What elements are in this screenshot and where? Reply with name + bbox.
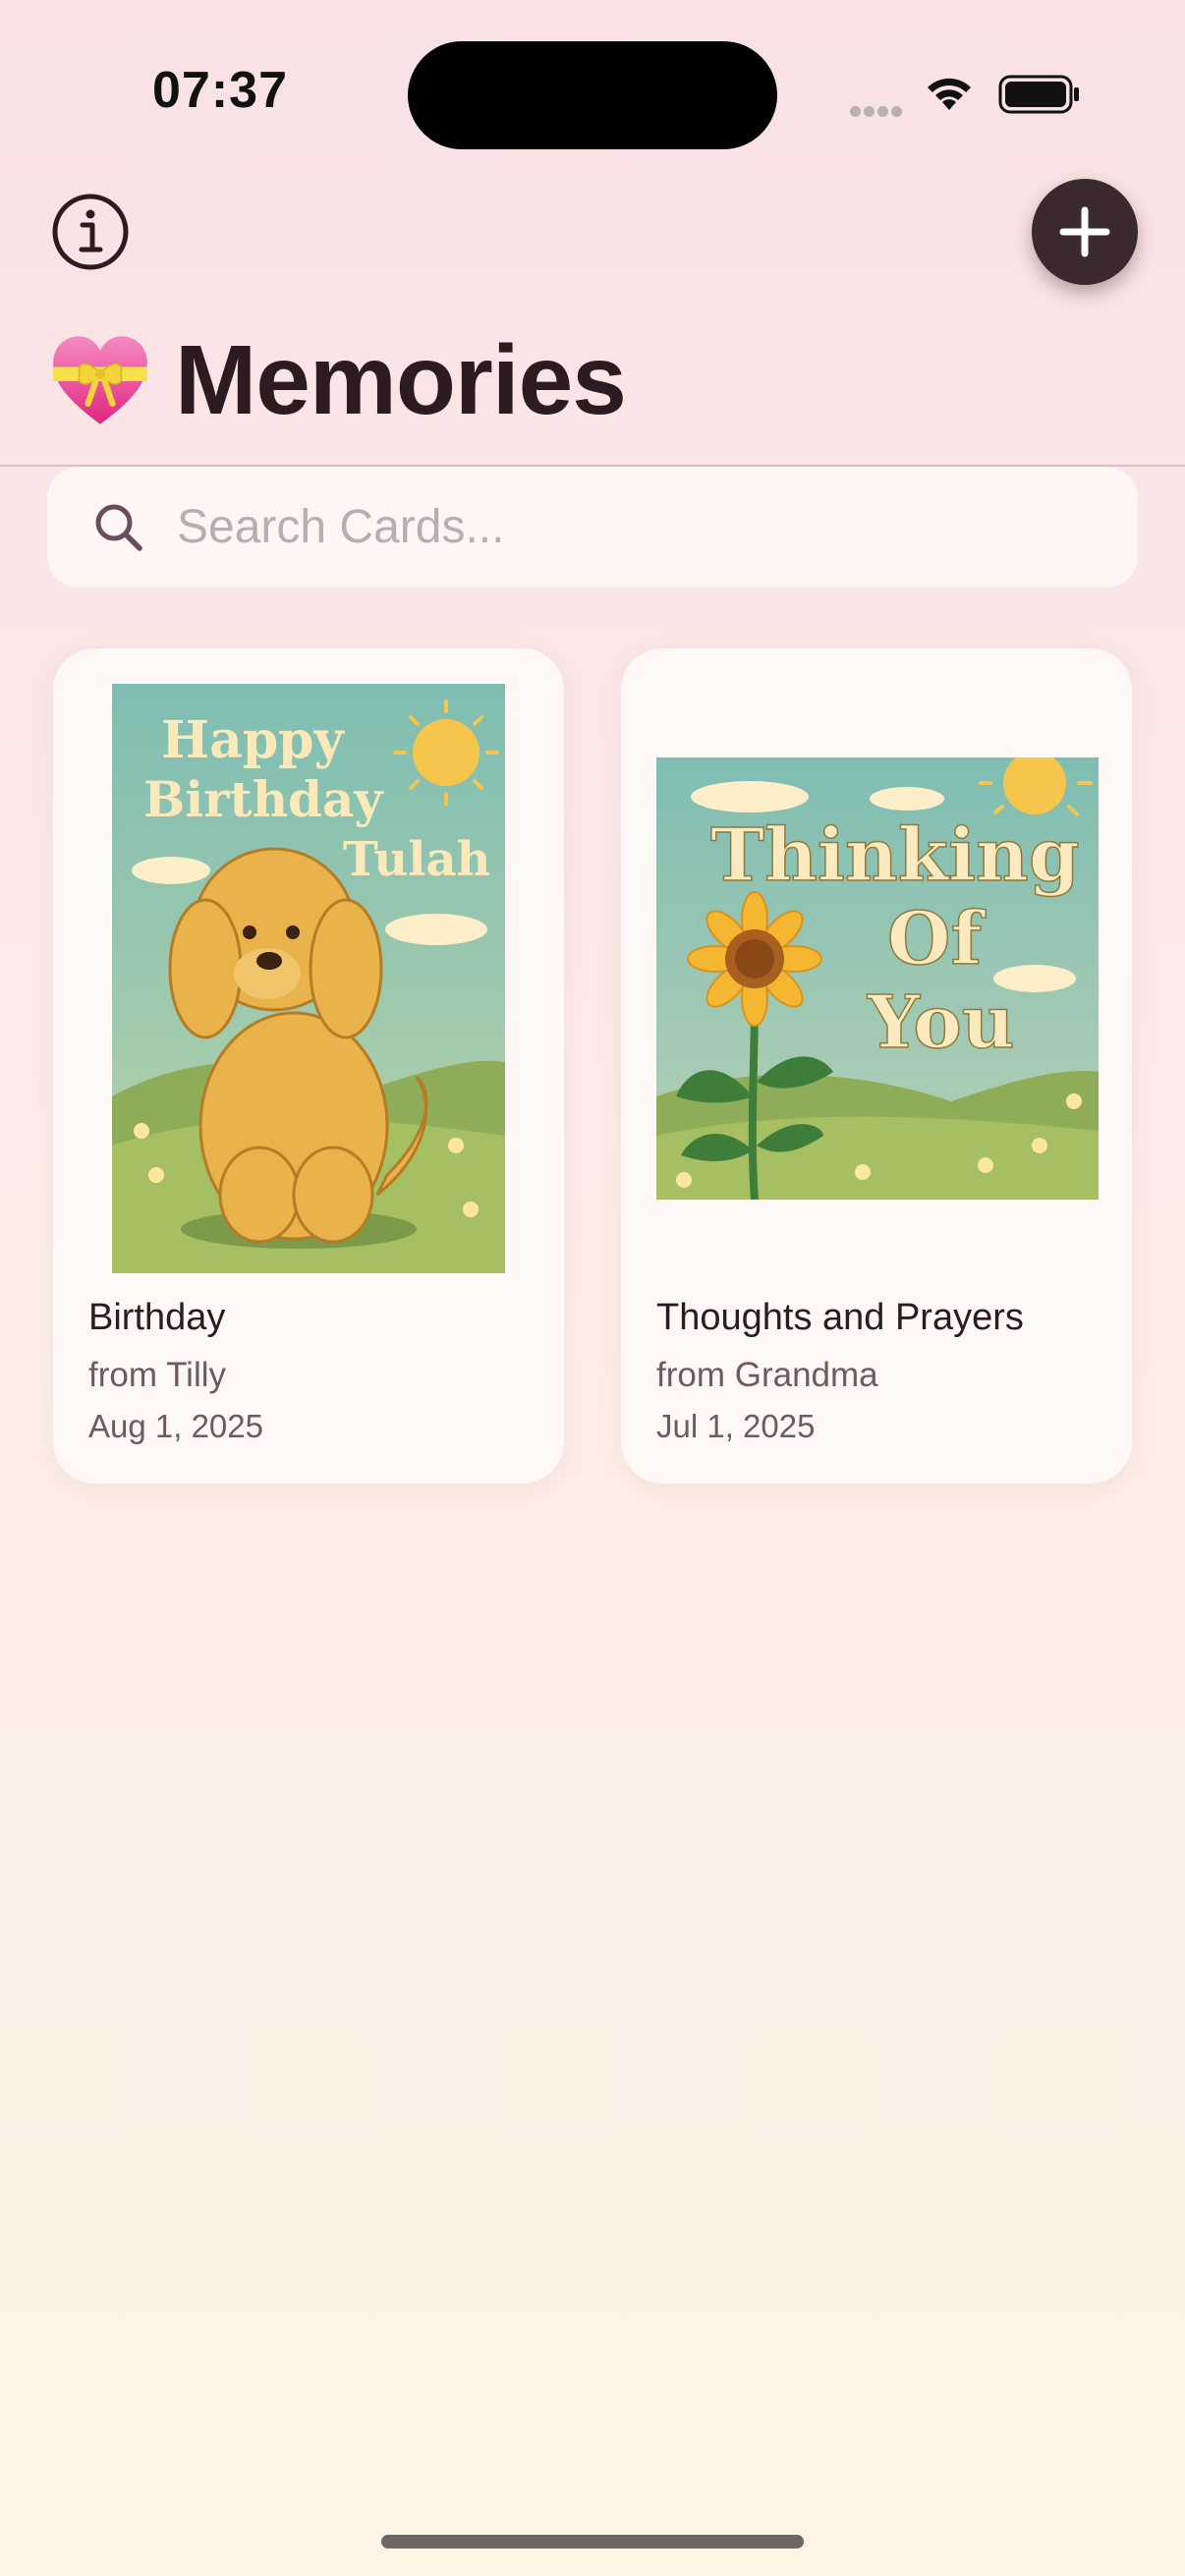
card-image-text: Birthday xyxy=(143,770,384,828)
page-title: Memories xyxy=(175,325,627,435)
search-icon xyxy=(95,504,142,551)
card-image-text: Thinking xyxy=(710,813,1080,898)
card-title: Thoughts and Prayers xyxy=(656,1297,1024,1338)
title-row: Memories xyxy=(49,324,627,437)
battery-icon xyxy=(998,75,1079,114)
card-thumbnail: Thinking Of You xyxy=(656,757,1099,1200)
heart-with-ribbon-icon xyxy=(53,335,147,424)
home-indicator[interactable] xyxy=(381,2535,804,2548)
info-icon[interactable] xyxy=(51,193,130,271)
card-date: Aug 1, 2025 xyxy=(88,1408,263,1444)
card-title: Birthday xyxy=(88,1297,226,1338)
card-sender: from Tilly xyxy=(88,1356,226,1394)
search-bar[interactable] xyxy=(47,467,1138,588)
card-item[interactable]: Thinking Of You Thoughts and Prayers fro… xyxy=(621,648,1132,1484)
card-item[interactable]: Happy Birthday Tulah Birthday from Tilly… xyxy=(53,648,564,1484)
dynamic-island xyxy=(408,41,777,149)
status-bar: 07:37 xyxy=(0,0,1185,177)
card-date: Jul 1, 2025 xyxy=(656,1408,816,1444)
add-card-button[interactable] xyxy=(1032,179,1138,285)
card-image-text: You xyxy=(867,980,1015,1065)
card-sender: from Grandma xyxy=(656,1356,878,1394)
wifi-icon xyxy=(928,78,971,110)
cellular-signal-icon xyxy=(850,104,905,122)
search-input[interactable] xyxy=(175,499,1063,555)
card-image-text: Of xyxy=(887,897,986,981)
plus-icon xyxy=(1059,206,1110,257)
card-image-text: Happy xyxy=(161,710,346,770)
status-time: 07:37 xyxy=(152,62,288,119)
header-toolbar xyxy=(0,167,1185,295)
card-thumbnail: Happy Birthday Tulah xyxy=(112,684,505,1273)
card-image-text: Tulah xyxy=(343,832,490,887)
